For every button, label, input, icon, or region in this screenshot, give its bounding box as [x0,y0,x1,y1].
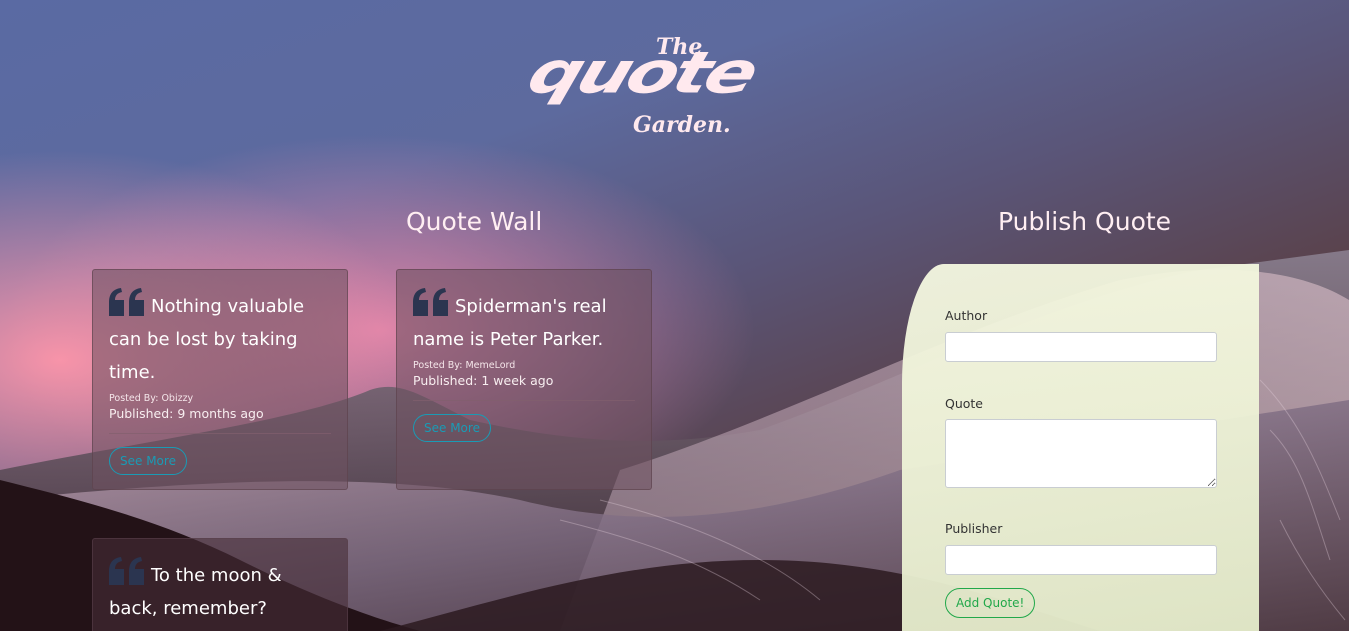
quote-textarea[interactable] [945,419,1217,488]
add-quote-button[interactable]: Add Quote! [945,588,1036,618]
quote-left-icon [413,288,448,316]
quote-card: Nothing valuable can be lost by taking t… [92,269,348,490]
author-input[interactable] [945,332,1217,362]
quote-text-wrapper: Nothing valuable can be lost by taking t… [109,288,331,389]
posted-by: Posted By: Obizzy [109,393,194,404]
card-divider [109,433,331,434]
publisher-input[interactable] [945,545,1217,575]
see-more-button[interactable]: See More [109,447,187,475]
publish-quote-form: Author Quote Publisher Add Quote! [902,264,1259,631]
posted-by: Posted By: MemeLord [413,360,516,371]
quote-card: To the moon & back, remember? [92,538,348,631]
site-logo[interactable]: The quote Garden. [520,30,830,140]
author-label: Author [945,308,988,323]
quote-left-icon [109,288,144,316]
card-divider [413,400,635,401]
see-more-button[interactable]: See More [413,414,491,442]
publish-quote-title: Publish Quote [998,207,1172,236]
quote-card: Spiderman's real name is Peter Parker. P… [396,269,652,490]
quote-label: Quote [945,396,984,411]
quote-text-wrapper: To the moon & back, remember? [109,557,331,625]
quote-left-icon [109,557,144,585]
logo-quote: quote [519,39,764,107]
publisher-label: Publisher [945,521,1003,536]
published-date: Published: 1 week ago [413,373,554,388]
logo-garden: Garden. [633,112,731,138]
published-date: Published: 9 months ago [109,406,264,421]
quote-wall-title: Quote Wall [406,207,543,236]
quote-text-wrapper: Spiderman's real name is Peter Parker. [413,288,635,356]
